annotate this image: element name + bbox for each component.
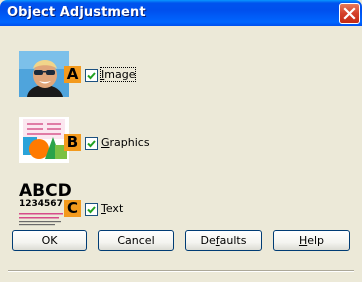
title-bar[interactable]: Object Adjustment [0, 0, 362, 26]
defaults-button[interactable]: Defaults [185, 230, 262, 251]
marker-b: B [64, 134, 81, 151]
defaults-label-start: De [200, 234, 216, 247]
help-label-end: elp [307, 234, 325, 247]
cancel-button[interactable]: Cancel [98, 230, 174, 251]
image-label[interactable]: Image [99, 67, 137, 82]
marker-a: A [64, 66, 81, 83]
separator-highlight [8, 271, 354, 272]
image-label-rest: mage [104, 68, 136, 81]
help-mnemonic: H [298, 234, 308, 247]
graphics-label[interactable]: Graphics [101, 136, 150, 149]
text-label-rest: ext [105, 202, 124, 215]
text-checkbox[interactable] [85, 203, 98, 216]
graphics-thumbnail [19, 117, 69, 163]
text-label[interactable]: Text [101, 202, 123, 215]
image-thumbnail [19, 51, 69, 97]
graphics-checkbox[interactable] [85, 137, 98, 150]
graphics-label-rest: raphics [109, 136, 150, 149]
window-title: Object Adjustment [7, 5, 146, 20]
check-icon [87, 140, 96, 148]
text-sample-line1: ABCD [19, 181, 72, 201]
image-checkbox[interactable] [85, 69, 98, 82]
text-thumbnail: ABCD 1234567 [17, 181, 72, 227]
close-icon [343, 7, 356, 20]
close-button[interactable] [339, 3, 360, 24]
defaults-label-end: aults [219, 234, 247, 247]
text-sample-line2: 1234567 [19, 199, 63, 209]
marker-c: C [64, 200, 81, 217]
graphics-mnemonic: G [101, 136, 110, 149]
check-icon [87, 72, 96, 80]
help-button[interactable]: Help [273, 230, 350, 251]
ok-button[interactable]: OK [12, 230, 87, 251]
check-icon [87, 206, 96, 214]
